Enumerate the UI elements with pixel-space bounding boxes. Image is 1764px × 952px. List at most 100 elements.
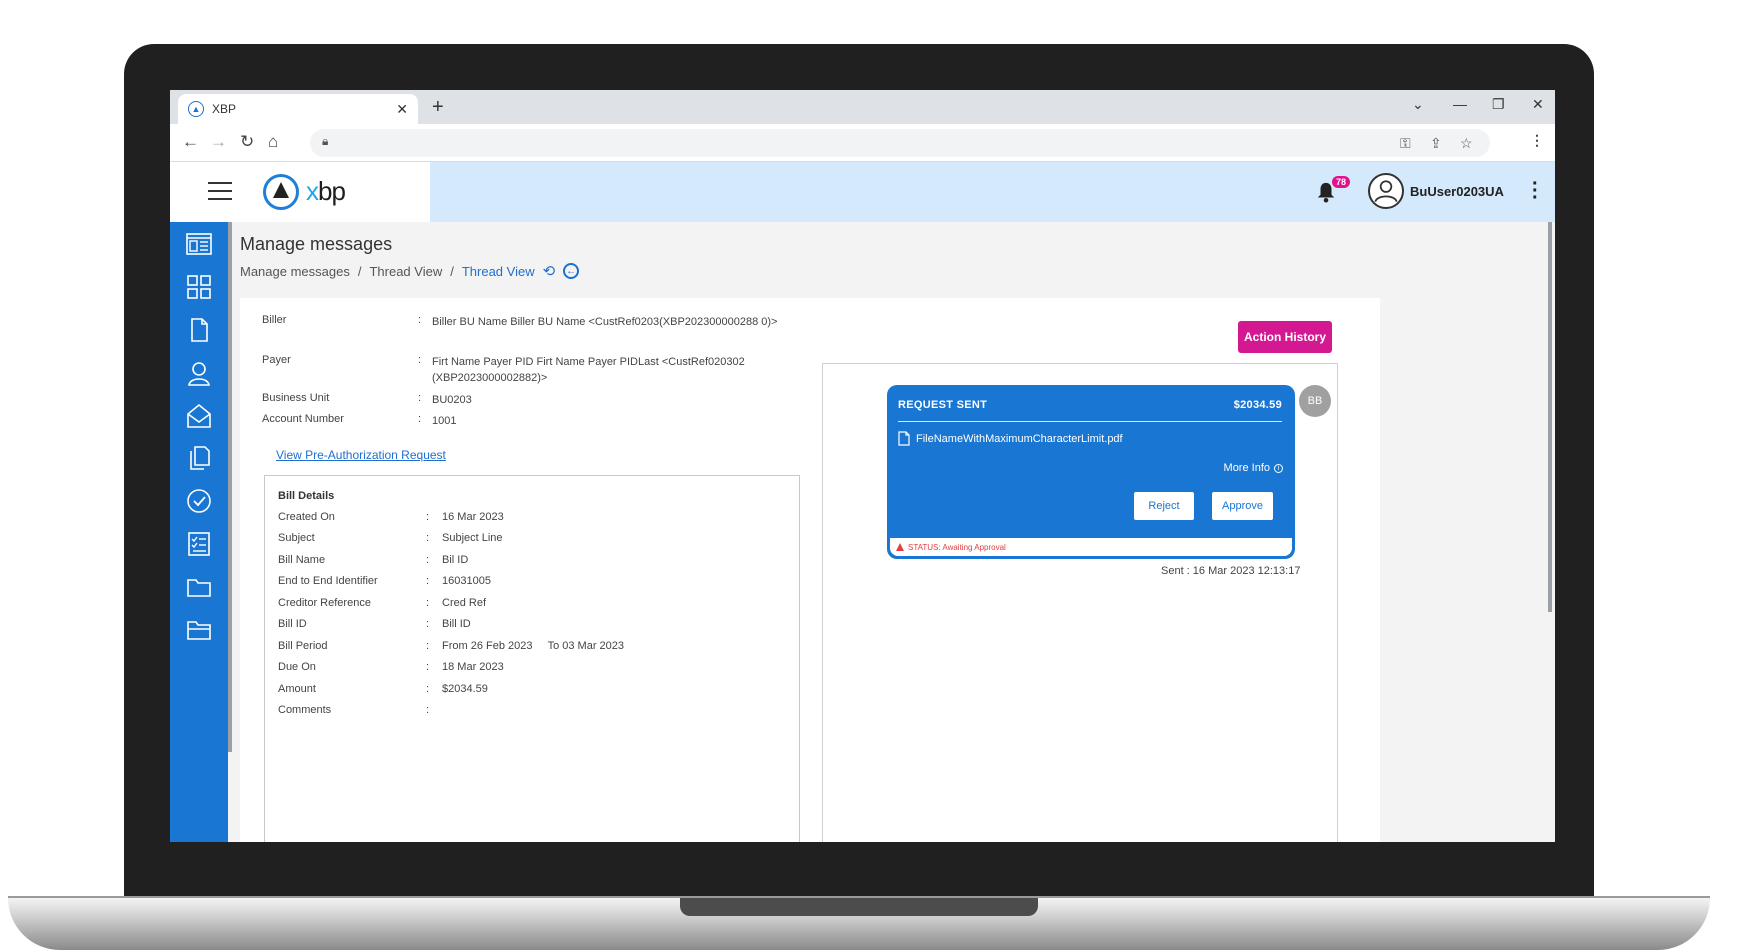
breadcrumb-thread-view[interactable]: Thread View xyxy=(369,264,442,279)
bill-details-box: Bill Details Created On : 16 Mar 2023 Su… xyxy=(264,475,800,842)
biller-label: Biller xyxy=(262,314,287,326)
home-icon[interactable]: ⌂ xyxy=(268,132,278,152)
browser-menu-icon[interactable]: ⋮ xyxy=(1530,132,1544,149)
laptop-notch xyxy=(680,898,1038,916)
bill-label: Bill ID xyxy=(278,618,307,630)
info-icon: i xyxy=(1274,463,1283,473)
tab-title: XBP xyxy=(212,102,237,116)
colon: : xyxy=(418,314,422,326)
username[interactable]: BuUser0203UA xyxy=(1410,184,1504,199)
breadcrumb-manage-messages[interactable]: Manage messages xyxy=(240,264,350,279)
reload-icon[interactable]: ↻ xyxy=(240,132,254,152)
user-avatar-icon[interactable] xyxy=(1368,173,1404,209)
address-bar: ← → ↻ ⌂ 🔒︎ ⚿ ⇪ ☆ ⋮ xyxy=(170,124,1555,162)
colon: : xyxy=(426,640,430,652)
bill-label: Created On xyxy=(278,511,335,523)
message-status-title: REQUEST SENT xyxy=(898,399,988,411)
action-history-button[interactable]: Action History xyxy=(1238,321,1332,353)
warning-icon xyxy=(896,543,904,551)
colon: : xyxy=(426,532,430,544)
business-unit-row: Business Unit : BU0203 xyxy=(262,392,782,408)
document-icon[interactable] xyxy=(185,316,213,344)
payer-label: Payer xyxy=(262,354,291,366)
payer-value: Firt Name Payer PID Firt Name Payer PIDL… xyxy=(432,356,745,384)
bill-value: 16 Mar 2023 xyxy=(442,511,504,523)
logo-text: xbp xyxy=(306,176,346,206)
colon: : xyxy=(426,661,430,673)
hamburger-menu-icon[interactable] xyxy=(208,182,232,200)
documents-icon[interactable] xyxy=(185,444,213,472)
page-title: Manage messages xyxy=(240,234,393,254)
forward-nav-icon[interactable]: → xyxy=(210,132,227,152)
folder-open-icon[interactable] xyxy=(185,616,213,644)
attachment[interactable]: FileNameWithMaximumCharacterLimit.pdf xyxy=(898,431,1123,446)
colon: : xyxy=(426,554,430,566)
breadcrumb: Manage messages / Thread View / Thread V… xyxy=(240,262,580,280)
message-amount: $2034.59 xyxy=(1233,399,1282,411)
restore-icon[interactable]: ❐ xyxy=(1492,96,1505,113)
checklist-icon[interactable] xyxy=(185,530,213,558)
back-circle-icon[interactable]: ← xyxy=(563,263,580,279)
star-icon[interactable]: ☆ xyxy=(1460,135,1473,152)
reject-button[interactable]: Reject xyxy=(1134,492,1194,520)
bill-label: Due On xyxy=(278,661,316,673)
message-header: REQUEST SENT $2034.59 xyxy=(898,399,1282,411)
laptop-mockup: ▲ XBP ✕ + ⌄ — ❐ ✕ ← → ↻ ⌂ 🔒︎ ⚿ ⇪ ☆ ⋮ xbp… xyxy=(0,0,1764,952)
tab-close-icon[interactable]: ✕ xyxy=(396,101,408,118)
app-header: xbp 78 BuUser0203UA · · · xyxy=(170,162,1555,222)
new-tab-button[interactable]: + xyxy=(432,96,444,119)
payer-row: Payer : Firt Name Payer PID Firt Name Pa… xyxy=(262,354,782,386)
approve-button[interactable]: Approve xyxy=(1212,492,1273,520)
biller-row: Biller : Biller BU Name Biller BU Name <… xyxy=(262,314,782,346)
bill-label: Comments xyxy=(278,704,332,716)
minimize-icon[interactable]: — xyxy=(1453,96,1467,112)
thread-panel: REQUEST SENT $2034.59 FileNameWithMaximu… xyxy=(822,363,1338,842)
key-icon[interactable]: ⚿ xyxy=(1400,135,1411,152)
sidebar xyxy=(170,222,228,842)
refresh-icon[interactable]: ⟲ xyxy=(543,262,556,280)
bill-value: Bil ID xyxy=(442,554,469,566)
url-input[interactable]: 🔒︎ ⚿ ⇪ ☆ xyxy=(310,129,1490,157)
more-info-link[interactable]: More Info i xyxy=(1224,462,1283,474)
account-number-row: Account Number : 1001 xyxy=(262,413,782,429)
folder-icon[interactable] xyxy=(185,573,213,601)
main-content: Manage messages Manage messages / Thread… xyxy=(240,222,1555,842)
dashboard-icon[interactable] xyxy=(185,230,213,258)
status-text: STATUS: Awaiting Approval xyxy=(908,542,1006,552)
logo-area: xbp xyxy=(170,162,430,222)
business-unit-label: Business Unit xyxy=(262,392,330,404)
notification-badge: 78 xyxy=(1332,176,1351,188)
xbp-logo-icon xyxy=(263,174,299,210)
colon: : xyxy=(426,575,430,587)
business-unit-value: BU0203 xyxy=(432,394,472,406)
sidebar-scrollbar[interactable] xyxy=(228,222,232,752)
grid-icon[interactable] xyxy=(185,273,213,301)
more-options-icon[interactable]: · · · xyxy=(1532,174,1539,208)
bill-value: $2034.59 xyxy=(442,683,488,695)
colon: : xyxy=(426,511,430,523)
sender-avatar: BB xyxy=(1299,385,1331,417)
browser-window: ▲ XBP ✕ + ⌄ — ❐ ✕ ← → ↻ ⌂ 🔒︎ ⚿ ⇪ ☆ ⋮ xbp… xyxy=(170,90,1555,842)
colon: : xyxy=(418,413,422,425)
breadcrumb-separator: / xyxy=(450,263,454,279)
bill-value: Subject Line xyxy=(442,532,503,544)
colon: : xyxy=(426,704,430,716)
page-scrollbar[interactable] xyxy=(1548,222,1552,612)
view-preauth-link[interactable]: View Pre-Authorization Request xyxy=(276,448,446,462)
user-icon[interactable] xyxy=(185,359,213,387)
bill-label: Bill Period xyxy=(278,640,328,652)
message-divider xyxy=(898,421,1282,422)
tab-search-icon[interactable]: ⌄ xyxy=(1412,96,1424,113)
bill-value: Cred Ref xyxy=(442,597,487,609)
browser-tab[interactable]: ▲ XBP ✕ xyxy=(178,94,418,124)
bill-value: From 26 Feb 2023 To 03 Mar 2023 xyxy=(442,640,625,652)
back-nav-icon[interactable]: ← xyxy=(182,132,199,152)
bill-label: Subject xyxy=(278,532,315,544)
close-window-icon[interactable]: ✕ xyxy=(1532,96,1544,113)
check-circle-icon[interactable] xyxy=(185,487,213,515)
share-icon[interactable]: ⇪ xyxy=(1430,135,1442,152)
colon: : xyxy=(418,354,422,366)
colon: : xyxy=(426,597,430,609)
envelope-open-icon[interactable] xyxy=(185,402,213,430)
bill-label: End to End Identifier xyxy=(278,575,378,587)
